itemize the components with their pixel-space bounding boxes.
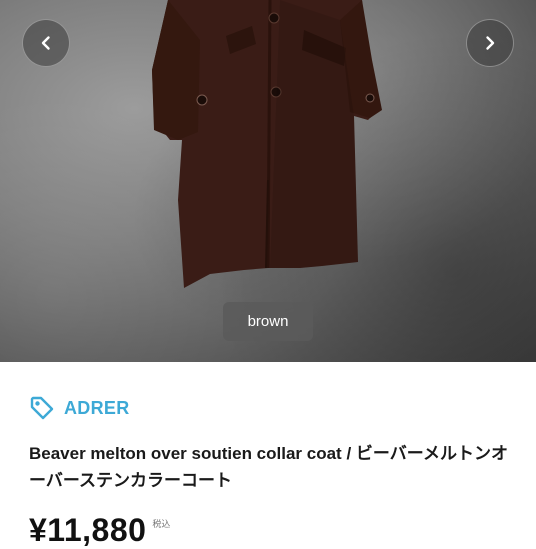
tag-icon bbox=[30, 396, 54, 420]
brand-name: ADRER bbox=[64, 397, 130, 418]
chevron-left-icon bbox=[41, 36, 50, 50]
product-price: ¥11,880 bbox=[29, 512, 147, 548]
gallery-prev-button[interactable] bbox=[22, 19, 70, 67]
product-image-gallery[interactable]: brown bbox=[0, 0, 536, 362]
price-row: ¥11,880 税込 bbox=[29, 512, 170, 549]
product-title: Beaver melton over soutien collar coat /… bbox=[29, 444, 509, 490]
chevron-right-icon bbox=[486, 36, 495, 50]
product-photo-coat bbox=[152, 0, 382, 288]
tax-note: 税込 bbox=[152, 519, 171, 529]
color-variant-label[interactable]: brown bbox=[223, 302, 313, 341]
brand-link[interactable]: ADRER bbox=[29, 395, 130, 421]
gallery-next-button[interactable] bbox=[466, 19, 514, 67]
